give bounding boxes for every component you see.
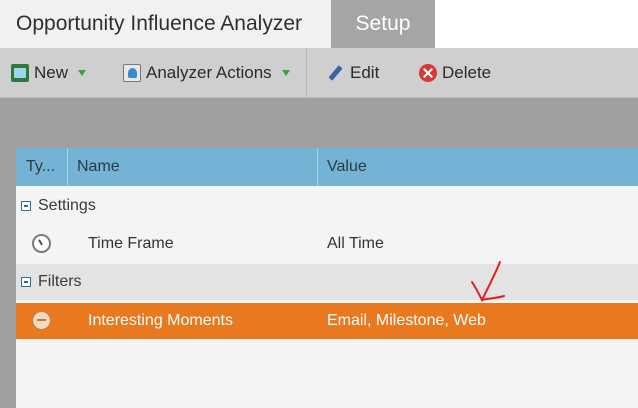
column-header-type[interactable]: Ty...: [16, 148, 68, 186]
row-name: Interesting Moments: [88, 312, 233, 329]
dropdown-arrow-icon: [78, 70, 87, 76]
table-row-selected[interactable]: Interesting Moments Email, Milestone, We…: [16, 303, 638, 339]
analyzer-actions-label: Analyzer Actions: [146, 63, 272, 82]
clock-icon: [32, 234, 51, 253]
group-label: Settings: [38, 197, 96, 214]
analyzer-setup-grid: Ty... Name Value Settings Time Frame All…: [16, 148, 638, 408]
group-row-settings[interactable]: Settings: [16, 188, 638, 224]
grid-header: Ty... Name Value: [16, 148, 638, 186]
new-button-label: New: [34, 63, 69, 82]
collapse-toggle-icon[interactable]: [21, 201, 31, 211]
row-name: Time Frame: [88, 235, 174, 252]
row-value: All Time: [327, 235, 384, 252]
analyzer-icon: [123, 64, 141, 82]
group-row-filters[interactable]: Filters: [16, 264, 638, 300]
tab-setup[interactable]: Setup: [331, 0, 435, 48]
delete-button[interactable]: Delete: [419, 48, 491, 98]
row-value: Email, Milestone, Web: [327, 312, 486, 329]
toolbar-divider: [306, 48, 307, 98]
analyzer-actions-button[interactable]: Analyzer Actions: [123, 48, 290, 98]
edit-button[interactable]: Edit: [327, 48, 379, 98]
new-button[interactable]: New: [11, 48, 87, 98]
column-header-value[interactable]: Value: [318, 148, 638, 186]
tab-opportunity-influence-analyzer[interactable]: Opportunity Influence Analyzer: [0, 0, 331, 48]
chat-bubble-icon: [32, 311, 51, 330]
tab-bar: Opportunity Influence Analyzer Setup: [0, 0, 638, 48]
toolbar: New Analyzer Actions Edit Delete: [0, 48, 638, 98]
pencil-icon: [327, 64, 345, 82]
delete-icon: [419, 64, 437, 82]
group-label: Filters: [38, 273, 82, 290]
table-row[interactable]: Time Frame All Time: [16, 226, 638, 262]
column-header-name[interactable]: Name: [68, 148, 318, 186]
delete-button-label: Delete: [442, 63, 492, 82]
edit-button-label: Edit: [350, 63, 380, 82]
dropdown-arrow-icon: [281, 70, 290, 76]
new-icon: [11, 64, 29, 82]
collapse-toggle-icon[interactable]: [21, 277, 31, 287]
